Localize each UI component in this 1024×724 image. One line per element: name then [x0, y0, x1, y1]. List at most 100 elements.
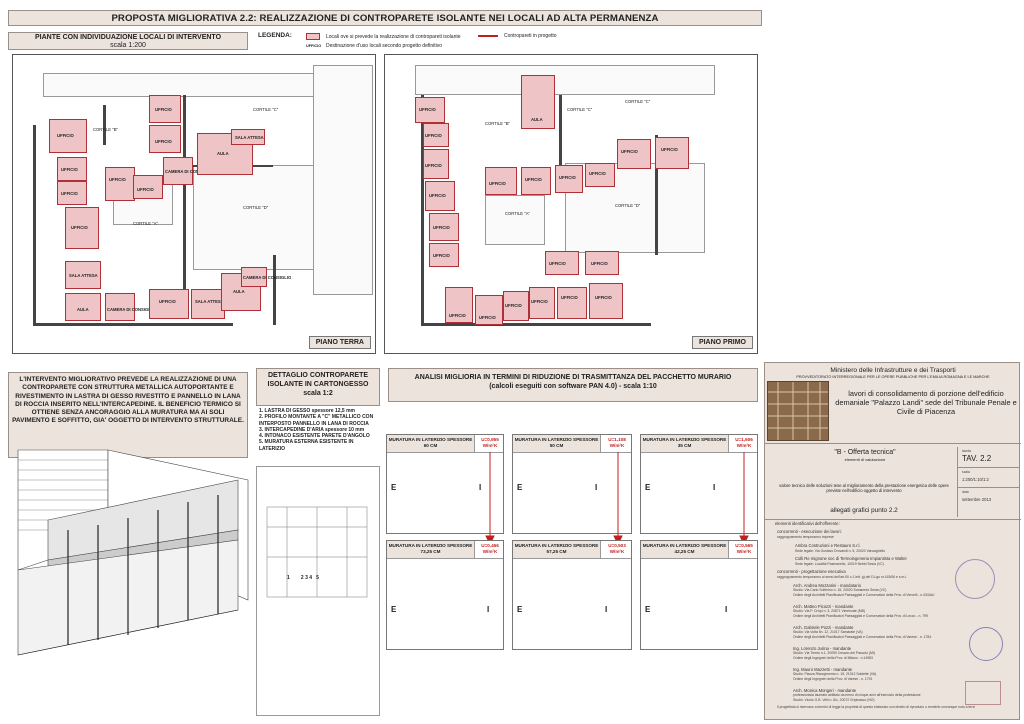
plans-title-text: PIANTE CON INDIVIDUAZIONE LOCALI DI INTE… [34, 34, 222, 41]
person-order: Ordine degli Ingegneri della Prov. di Mi… [793, 655, 873, 660]
wall [421, 323, 651, 326]
analysis-title-text: ANALISI MIGLIORIA IN TERMINI DI RIDUZION… [414, 374, 732, 381]
wall [33, 125, 36, 325]
room-ufficio [475, 295, 503, 325]
courtyard-label: CORTILE "B" [93, 127, 119, 132]
person-entry: Ing. Mauro Mazzetti - mandante Studio: P… [793, 667, 993, 688]
room-label: UFFICIO [531, 299, 548, 304]
drawing-sheet: PROPOSTA MIGLIORATIVA 2.2: REALIZZAZIONE… [0, 0, 1024, 724]
room-label: AULA [217, 151, 229, 156]
wall [103, 105, 106, 145]
room-label: UFFICIO [71, 225, 88, 230]
room-label: UFFICIO [159, 299, 176, 304]
detail-title: DETTAGLIO CONTROPARETE ISOLANTE IN CARTO… [256, 368, 380, 406]
legend-item-rooms: Locali ove si prevede la realizzazione d… [306, 33, 461, 40]
divider [958, 487, 1020, 488]
legend-label: LEGENDA: [258, 32, 292, 39]
room-label: UFFICIO [661, 147, 678, 152]
room-label: UFFICIO [429, 193, 446, 198]
plan-label-ground: PIANO TERRA [308, 336, 371, 349]
room-label: UFFICIO [479, 315, 496, 320]
wall [559, 95, 562, 165]
tav-number: TAV. 2.2 [962, 454, 992, 463]
legend-text-use: Destinazione d'uso locali secondo proget… [326, 43, 443, 49]
room-label: UFFICIO [61, 191, 78, 196]
courtyard-a [485, 195, 545, 245]
person-entry: Arch. Matteo Picozzi - mandante Studio: … [793, 604, 993, 625]
scale-label: scala [962, 470, 970, 474]
building-photo [767, 381, 829, 441]
wall-header: MURATURA IN LATERIZIO SPESSORE 57,25 CM … [513, 541, 631, 559]
room-label: UFFICIO [589, 171, 606, 176]
firm-address: Sede legale: Via Gustavo Drovandi n. 5, … [795, 549, 885, 553]
detail-numbers: 1 2 3 4 5 [287, 575, 319, 581]
person-entry: Arch. Gabriele Pozzi - mandante Studio: … [793, 625, 993, 646]
wall [273, 255, 276, 325]
exec-note: raggruppamento temporaneo imprese [777, 535, 834, 539]
analysis-subtitle: (calcoli eseguiti con software PAN 4.0) … [489, 383, 657, 390]
plans-scale: scala 1:200 [110, 42, 146, 49]
label-exterior: E [517, 605, 523, 614]
legend-item-walls: Contropareti in progetto [478, 33, 557, 39]
divider [765, 519, 1021, 520]
project-description: lavori di consolidamento di porzione del… [835, 389, 1017, 416]
plan-outline-right [313, 65, 373, 295]
room-ufficio [105, 167, 135, 201]
wall [183, 95, 186, 315]
room-label: SALA ATTESA [235, 135, 264, 140]
room-label: UFFICIO [109, 177, 126, 182]
building-photo-svg [768, 382, 828, 440]
legend-code: UFFICIO [306, 44, 322, 48]
room-label: UFFICIO [549, 261, 566, 266]
courtyard-label: CORTILE "B" [485, 121, 511, 126]
courtyard-label: CORTILE "C" [253, 107, 279, 112]
room-label: UFFICIO [433, 253, 450, 258]
label-interior: I [725, 605, 728, 614]
room-ufficio [149, 289, 189, 319]
title-block: Ministero delle Infrastrutture e dei Tra… [764, 362, 1021, 720]
firm-name: Ambra Costruzioni e Restauro S.r.l. [795, 543, 861, 548]
offer-description: valore tecnico delle soluzioni tese al m… [779, 483, 949, 494]
room-label: UFFICIO [561, 295, 578, 300]
room-label: UFFICIO [595, 295, 612, 300]
room-ufficio [617, 139, 651, 169]
detail-list: 1. LASTRA DI GESSO spessore 12,5 mm 2. P… [256, 408, 380, 452]
room-label: CAMERA DI CONSIGLIO [243, 275, 292, 280]
room-label: UFFICIO [61, 167, 78, 172]
room-label: UFFICIO [525, 177, 542, 182]
courtyard-label: CORTILE "A" [133, 221, 159, 226]
legend-item-use: UFFICIO Destinazione d'uso locali second… [306, 43, 442, 49]
plan-label-first: PIANO PRIMO [691, 336, 753, 349]
wall-header: MURATURA IN LATERIZIO SPESSORE 42,25 CM … [641, 541, 757, 559]
courtyard-label: CORTILE "C" [567, 107, 593, 112]
room-label: SALA ATTESA [69, 273, 98, 278]
stamp-seal [955, 559, 995, 599]
legend-text-walls: Contropareti in progetto [504, 33, 557, 39]
wall-u-value: U=0,466 W/m²K [475, 541, 503, 559]
divider [765, 443, 1021, 444]
detail-section-svg [266, 506, 368, 598]
wall-name: MURATURA IN LATERIZIO SPESSORE 42,25 CM [641, 541, 729, 559]
stamp-seal [965, 681, 1001, 705]
tav-label: tavola [962, 449, 972, 453]
person-order: Ordine degli Architetti Pianificatori Pa… [793, 634, 932, 639]
firm-address: Sede legale: Località Paseranello, 10019… [795, 562, 884, 566]
room-label: UFFICIO [559, 175, 576, 180]
plan-outline [415, 65, 715, 95]
room-label: AULA [233, 289, 245, 294]
plan-outline [43, 73, 343, 97]
date-label: data [962, 490, 969, 494]
room-label: UFFICIO [137, 187, 154, 192]
sheet-info: tavola TAV. 2.2 scala 1:200/1:10/1:2 dat… [957, 447, 1020, 517]
room-label: AULA [77, 307, 89, 312]
room-label: UFFICIO [425, 133, 442, 138]
room-label: UFFICIO [433, 225, 450, 230]
wall-name: MURATURA IN LATERIZIO SPESSORE 57,25 CM [513, 541, 601, 559]
courtyard-label: CORTILE "D" [243, 205, 269, 210]
detail-drawing: 1 2 3 4 5 [256, 466, 380, 716]
person-order: Ordine degli Architetti Pianificatori Pa… [793, 613, 928, 618]
wall-u-value: U=0,565 W/m²K [729, 541, 757, 559]
allegati: allegati grafici punto 2.2 [830, 507, 898, 514]
people-list: Arch. Andrea Mozzarini - mandatario Stud… [793, 583, 993, 709]
prog-title: concorrenti - progettazione esecutiva [777, 569, 846, 574]
